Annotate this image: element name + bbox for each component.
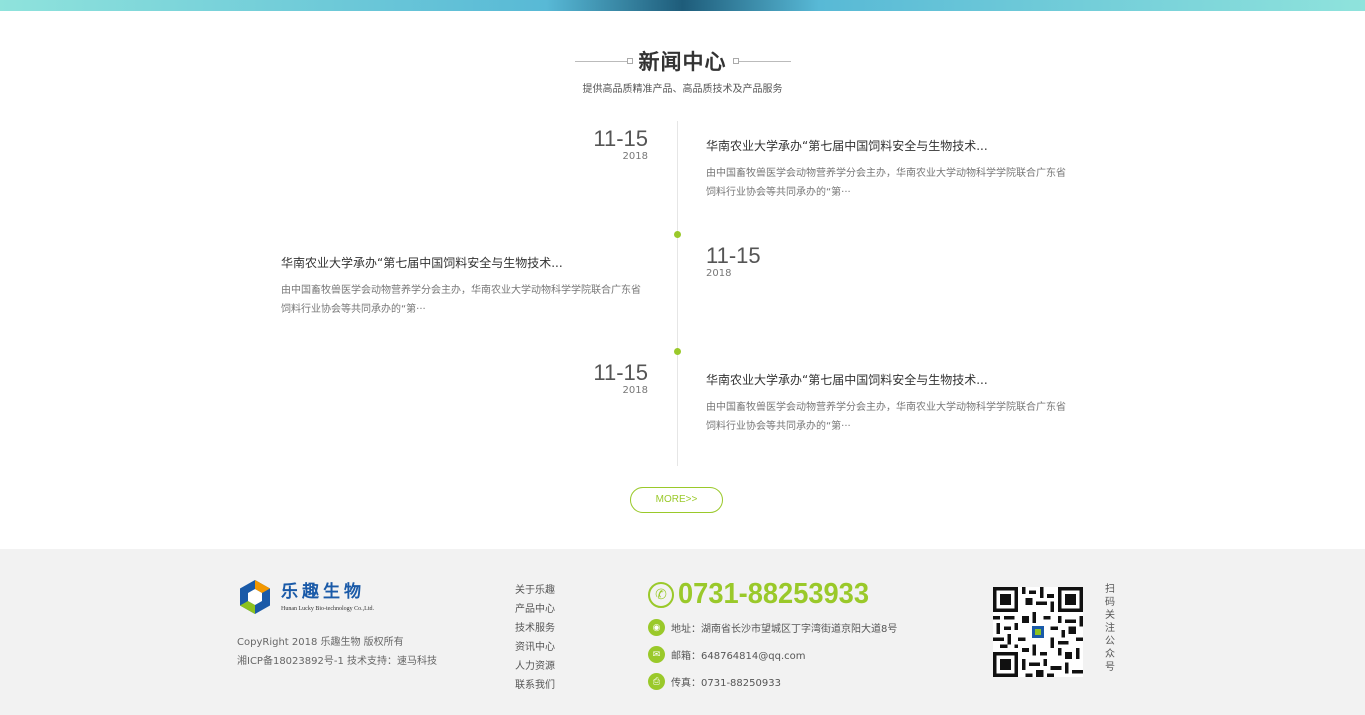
footer-link-contact[interactable]: 联系我们 xyxy=(515,676,555,695)
fax-icon: ⎙ xyxy=(648,673,665,690)
hotline: ✆ 0731-88253933 xyxy=(648,578,881,611)
title-divider-left xyxy=(574,60,627,62)
footer-link-about[interactable]: 关于乐趣 xyxy=(515,581,555,600)
news-date-day: 11-15 xyxy=(706,243,761,268)
fax-row: ⎙ 传真：0731-88250933 xyxy=(648,673,781,690)
qr-code-image xyxy=(993,587,1083,677)
news-description: 由中国畜牧兽医学会动物营养学分会主办，华南农业大学动物科学学院联合广东省饲料行业… xyxy=(281,285,641,315)
footer-nav: 关于乐趣 产品中心 技术服务 资讯中心 人力资源 联系我们 xyxy=(515,581,555,695)
news-date-day: 11-15 xyxy=(593,360,648,385)
copyright-text: CopyRight 2018 乐趣生物 版权所有 xyxy=(237,637,404,648)
news-date-year: 2018 xyxy=(622,151,648,162)
timeline-dot xyxy=(674,348,681,355)
top-banner-image xyxy=(0,0,1365,11)
news-title[interactable]: 华南农业大学承办“第七届中国饲料安全与生物技术... xyxy=(706,137,1071,155)
timeline-line xyxy=(677,121,678,466)
qr-label: 扫码关注公众号 xyxy=(1105,584,1115,673)
news-title[interactable]: 华南农业大学承办“第七届中国饲料安全与生物技术... xyxy=(281,254,646,272)
footer-link-products[interactable]: 产品中心 xyxy=(515,600,555,619)
news-date: 11-15 2018 xyxy=(488,127,648,163)
news-date: 11-15 2018 xyxy=(706,244,866,280)
email-text: 邮箱：648764814@qq.com xyxy=(671,651,806,662)
phone-icon: ✆ xyxy=(648,581,674,608)
footer-link-news[interactable]: 资讯中心 xyxy=(515,638,555,657)
section-header: 新闻中心 提供高品质精准产品、高品质技术及产品服务 xyxy=(0,44,1365,95)
timeline-dot xyxy=(674,231,681,238)
news-date-year: 2018 xyxy=(706,268,732,279)
mail-icon: ✉ xyxy=(648,646,665,663)
title-divider-right xyxy=(738,60,791,62)
footer-link-hr[interactable]: 人力资源 xyxy=(515,657,555,676)
news-item[interactable]: 华南农业大学承办“第七届中国饲料安全与生物技术... 由中国畜牧兽医学会动物营养… xyxy=(706,371,1071,436)
section-title: 新闻中心 xyxy=(638,50,727,74)
fax-text: 传真：0731-88250933 xyxy=(671,678,781,689)
logo-icon xyxy=(240,580,270,614)
news-description: 由中国畜牧兽医学会动物营养学分会主办，华南农业大学动物科学学院联合广东省饲料行业… xyxy=(706,402,1066,432)
logo-name: 乐趣生物 xyxy=(281,582,365,602)
email-row: ✉ 邮箱：648764814@qq.com xyxy=(648,646,806,663)
icp-text: 湘ICP备18023892号-1 技术支持：速马科技 xyxy=(237,656,438,667)
news-date-year: 2018 xyxy=(622,385,648,396)
address-row: ◉ 地址：湖南省长沙市望城区丁字湾街道京阳大道8号 xyxy=(648,619,897,636)
footer-link-tech[interactable]: 技术服务 xyxy=(515,619,555,638)
news-date-day: 11-15 xyxy=(593,126,648,151)
news-item[interactable]: 华南农业大学承办“第七届中国饲料安全与生物技术... 由中国畜牧兽医学会动物营养… xyxy=(706,137,1071,202)
footer-logo[interactable]: 乐趣生物 Hunan Lucky Bio-technology Co.,Ltd. xyxy=(237,579,374,615)
news-title[interactable]: 华南农业大学承办“第七届中国饲料安全与生物技术... xyxy=(706,371,1071,389)
news-description: 由中国畜牧兽医学会动物营养学分会主办，华南农业大学动物科学学院联合广东省饲料行业… xyxy=(706,168,1066,198)
address-text: 地址：湖南省长沙市望城区丁字湾街道京阳大道8号 xyxy=(671,624,898,635)
logo-english-name: Hunan Lucky Bio-technology Co.,Ltd. xyxy=(281,606,374,612)
news-item[interactable]: 华南农业大学承办“第七届中国饲料安全与生物技术... 由中国畜牧兽医学会动物营养… xyxy=(281,254,646,319)
hotline-number: 0731-88253933 xyxy=(678,578,870,610)
more-button[interactable]: MORE>> xyxy=(630,487,723,513)
footer: 乐趣生物 Hunan Lucky Bio-technology Co.,Ltd.… xyxy=(0,549,1365,715)
title-divider-square-left xyxy=(626,58,633,64)
copyright-block: CopyRight 2018 乐趣生物 版权所有 湘ICP备18023892号-… xyxy=(237,633,437,671)
news-date: 11-15 2018 xyxy=(488,361,648,397)
location-icon: ◉ xyxy=(648,619,665,636)
section-subtitle: 提供高品质精准产品、高品质技术及产品服务 xyxy=(582,84,783,95)
